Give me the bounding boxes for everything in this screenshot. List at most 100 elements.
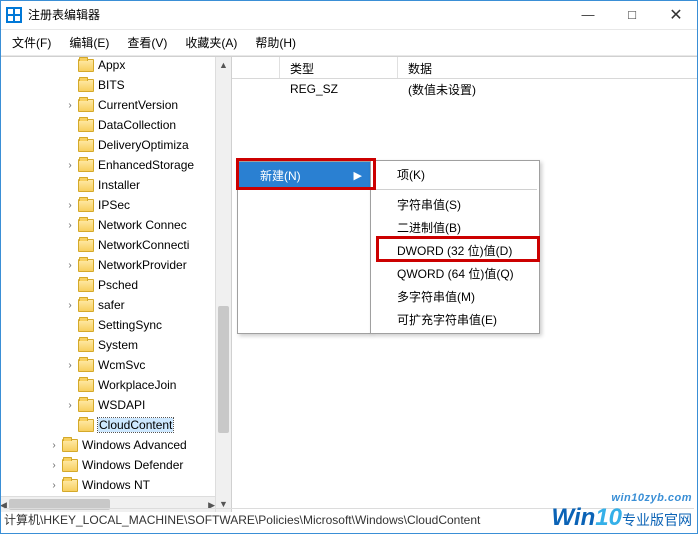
tree-node[interactable]: Network Connec xyxy=(0,215,215,235)
tree-node[interactable]: System xyxy=(0,335,215,355)
statusbar: 计算机\HKEY_LOCAL_MACHINE\SOFTWARE\Policies… xyxy=(4,508,694,528)
close-button[interactable]: ✕ xyxy=(654,0,698,29)
tree-node-label: CurrentVersion xyxy=(98,98,178,112)
ctx-item[interactable]: QWORD (64 位)值(Q) xyxy=(371,262,539,285)
col-name[interactable] xyxy=(232,57,280,78)
expand-icon[interactable] xyxy=(48,460,60,471)
folder-icon xyxy=(78,59,94,72)
cell-data: (数值未设置) xyxy=(398,81,698,98)
col-data[interactable]: 数据 xyxy=(398,57,698,78)
menu-view[interactable]: 查看(V) xyxy=(119,32,175,53)
expand-icon[interactable] xyxy=(64,220,76,231)
tree-node-label: CloudContent xyxy=(98,418,173,432)
context-menu: 新建(N) ▶ 项(K) 字符串值(S)二进制值(B)DWORD (32 位)值(… xyxy=(237,161,540,334)
menu-file[interactable]: 文件(F) xyxy=(4,32,59,53)
tree-node-label: Windows Advanced xyxy=(82,438,187,452)
tree-node[interactable]: DataCollection xyxy=(0,115,215,135)
tree-node-label: Psched xyxy=(98,278,138,292)
expand-icon[interactable] xyxy=(48,480,60,491)
list-header: 类型 数据 xyxy=(232,57,698,79)
menu-edit[interactable]: 编辑(E) xyxy=(61,32,117,53)
window-controls: — □ ✕ xyxy=(566,0,698,29)
ctx-item[interactable]: DWORD (32 位)值(D) xyxy=(371,239,539,262)
tree-node[interactable]: EnhancedStorage xyxy=(0,155,215,175)
tree-node[interactable]: BITS xyxy=(0,75,215,95)
expand-icon[interactable] xyxy=(48,440,60,451)
tree-node[interactable]: Installer xyxy=(0,175,215,195)
tree-node-label: Network Connec xyxy=(98,218,187,232)
folder-icon xyxy=(78,339,94,352)
minimize-button[interactable]: — xyxy=(566,0,610,29)
expand-icon[interactable] xyxy=(64,300,76,311)
tree-node[interactable]: DeliveryOptimiza xyxy=(0,135,215,155)
folder-icon xyxy=(78,159,94,172)
expand-icon[interactable] xyxy=(64,400,76,411)
tree-node-label: NetworkProvider xyxy=(98,258,187,272)
maximize-button[interactable]: □ xyxy=(610,0,654,29)
tree-node[interactable]: WcmSvc xyxy=(0,355,215,375)
folder-icon xyxy=(78,119,94,132)
ctx-item[interactable]: 可扩充字符串值(E) xyxy=(371,308,539,331)
menu-help[interactable]: 帮助(H) xyxy=(247,32,304,53)
col-type[interactable]: 类型 xyxy=(280,57,398,78)
tree-node[interactable]: Windows Defender xyxy=(0,455,215,475)
ctx-item[interactable]: 二进制值(B) xyxy=(371,216,539,239)
folder-icon xyxy=(78,279,94,292)
expand-icon[interactable] xyxy=(64,160,76,171)
folder-icon xyxy=(78,319,94,332)
scroll-track[interactable] xyxy=(216,73,231,496)
folder-icon xyxy=(78,379,94,392)
tree-node[interactable]: CloudContent xyxy=(0,415,215,435)
folder-icon xyxy=(78,299,94,312)
scroll-thumb[interactable] xyxy=(218,306,229,433)
expand-icon[interactable] xyxy=(64,360,76,371)
tree-node-label: DeliveryOptimiza xyxy=(98,138,189,152)
tree-node-label: WorkplaceJoin xyxy=(98,378,176,392)
expand-icon[interactable] xyxy=(64,200,76,211)
list-row[interactable]: REG_SZ(数值未设置) xyxy=(232,79,698,99)
tree-node[interactable]: NetworkConnecti xyxy=(0,235,215,255)
folder-icon xyxy=(78,359,94,372)
folder-icon xyxy=(78,139,94,152)
ctx-item[interactable]: 字符串值(S) xyxy=(371,193,539,216)
menubar: 文件(F) 编辑(E) 查看(V) 收藏夹(A) 帮助(H) xyxy=(0,30,698,56)
cell-type: REG_SZ xyxy=(280,82,398,96)
tree-v-scrollbar[interactable]: ▲ ▼ xyxy=(215,57,231,512)
tree-node-label: Appx xyxy=(98,58,125,72)
ctx-item[interactable]: 项(K) xyxy=(371,163,539,186)
tree-node-label: IPSec xyxy=(98,198,130,212)
tree-node-label: SettingSync xyxy=(98,318,162,332)
tree-node[interactable]: safer xyxy=(0,295,215,315)
expand-icon[interactable] xyxy=(64,100,76,111)
tree-node[interactable]: Appx xyxy=(0,57,215,75)
tree-node-label: Windows NT xyxy=(82,478,150,492)
ctx-item-new[interactable]: 新建(N) ▶ xyxy=(238,162,370,188)
titlebar: 注册表编辑器 — □ ✕ xyxy=(0,0,698,30)
expand-icon[interactable] xyxy=(64,260,76,271)
tree-node-label: System xyxy=(98,338,138,352)
tree-node-label: safer xyxy=(98,298,125,312)
submenu-arrow-icon: ▶ xyxy=(346,169,370,182)
tree-node[interactable]: Windows NT xyxy=(0,475,215,495)
tree-node-label: WSDAPI xyxy=(98,398,145,412)
tree-node[interactable]: NetworkProvider xyxy=(0,255,215,275)
folder-icon xyxy=(62,479,78,492)
tree-node-label: EnhancedStorage xyxy=(98,158,194,172)
context-submenu: 项(K) 字符串值(S)二进制值(B)DWORD (32 位)值(D)QWORD … xyxy=(370,160,540,334)
tree-node[interactable]: IPSec xyxy=(0,195,215,215)
tree-node[interactable]: SettingSync xyxy=(0,315,215,335)
tree-node[interactable]: WorkplaceJoin xyxy=(0,375,215,395)
scroll-up-icon[interactable]: ▲ xyxy=(216,57,231,73)
folder-icon xyxy=(78,199,94,212)
folder-icon xyxy=(78,179,94,192)
tree[interactable]: Appx BITS CurrentVersion DataCollection Deli… xyxy=(0,57,215,495)
list-rows: REG_SZ(数值未设置) xyxy=(232,79,698,99)
tree-node[interactable]: CurrentVersion xyxy=(0,95,215,115)
menu-favorites[interactable]: 收藏夹(A) xyxy=(177,32,245,53)
folder-icon xyxy=(78,399,94,412)
tree-node[interactable]: Psched xyxy=(0,275,215,295)
tree-node-label: WcmSvc xyxy=(98,358,145,372)
tree-node[interactable]: WSDAPI xyxy=(0,395,215,415)
tree-node[interactable]: Windows Advanced xyxy=(0,435,215,455)
ctx-item[interactable]: 多字符串值(M) xyxy=(371,285,539,308)
